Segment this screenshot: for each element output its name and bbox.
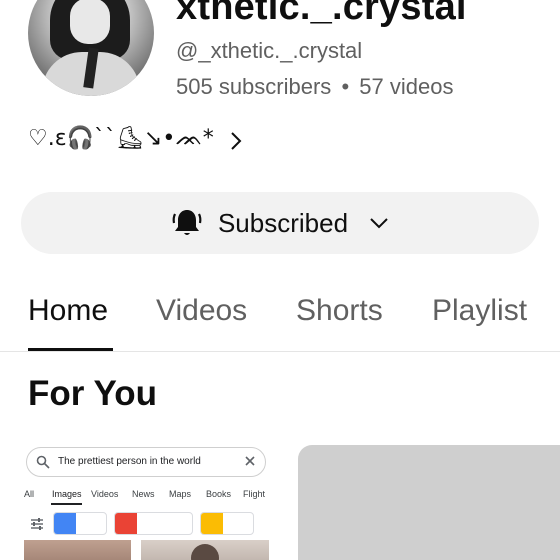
- section-title: For You: [28, 374, 157, 413]
- thumbnail-search-query: The prettiest person in the world: [58, 456, 201, 467]
- thumbnail-filter: Flight: [243, 489, 266, 499]
- channel-name: xthetic._.crystal: [176, 0, 467, 28]
- thumbnail-filter: All: [24, 489, 35, 499]
- tab-playlists[interactable]: Playlist: [432, 294, 527, 328]
- color-chip-yellow: [200, 512, 254, 535]
- channel-avatar[interactable]: [28, 0, 154, 96]
- thumbnail-image-result: [24, 540, 131, 560]
- thumbnail-image-face: [191, 544, 219, 560]
- thumbnail-image-result: [141, 540, 269, 560]
- video-thumbnail-placeholder[interactable]: [298, 445, 560, 560]
- thumbnail-filter: Images: [52, 489, 82, 499]
- color-chip-blue: [53, 512, 107, 535]
- thumbnail-filter: Maps: [169, 489, 192, 499]
- chevron-right-icon[interactable]: [226, 127, 246, 155]
- chevron-down-icon: [370, 218, 388, 229]
- channel-tabs: Home Videos Shorts Playlist: [0, 290, 560, 352]
- stats-separator: •: [341, 74, 350, 99]
- close-icon: [245, 456, 255, 466]
- thumbnail-filter-indicator: [51, 503, 82, 505]
- channel-handle: @_xthetic._.crystal: [176, 38, 363, 63]
- active-tab-indicator: [28, 348, 113, 351]
- thumbnail-color-chips: [20, 512, 274, 536]
- channel-bio[interactable]: ♡.ɛ🎧``⛸↘•ᨏ*: [28, 126, 214, 151]
- color-chip-red: [114, 512, 193, 535]
- thumbnail-filter: Books: [206, 489, 232, 499]
- tune-icon: [31, 518, 43, 530]
- video-thumbnail[interactable]: The prettiest person in the world All Im…: [20, 445, 274, 560]
- channel-stats: 505 subscribers • 57 videos: [176, 74, 453, 100]
- bell-ring-icon: [172, 210, 202, 235]
- tab-shorts[interactable]: Shorts: [296, 294, 383, 328]
- tab-videos[interactable]: Videos: [156, 294, 247, 328]
- subscriber-count: 505 subscribers: [176, 74, 332, 99]
- tab-home[interactable]: Home: [28, 294, 108, 328]
- search-icon: [36, 455, 50, 469]
- video-count: 57 videos: [359, 74, 454, 99]
- thumbnail-filter-bar: All Images Videos News Maps Books Flight: [20, 489, 274, 505]
- avatar-face: [70, 0, 110, 44]
- subscribed-label: Subscribed: [217, 207, 349, 238]
- thumbnail-filter: Videos: [91, 489, 119, 499]
- thumbnail-search-bar: The prettiest person in the world: [26, 447, 266, 477]
- thumbnail-filter: News: [132, 489, 155, 499]
- subscribed-button[interactable]: Subscribed: [21, 192, 539, 254]
